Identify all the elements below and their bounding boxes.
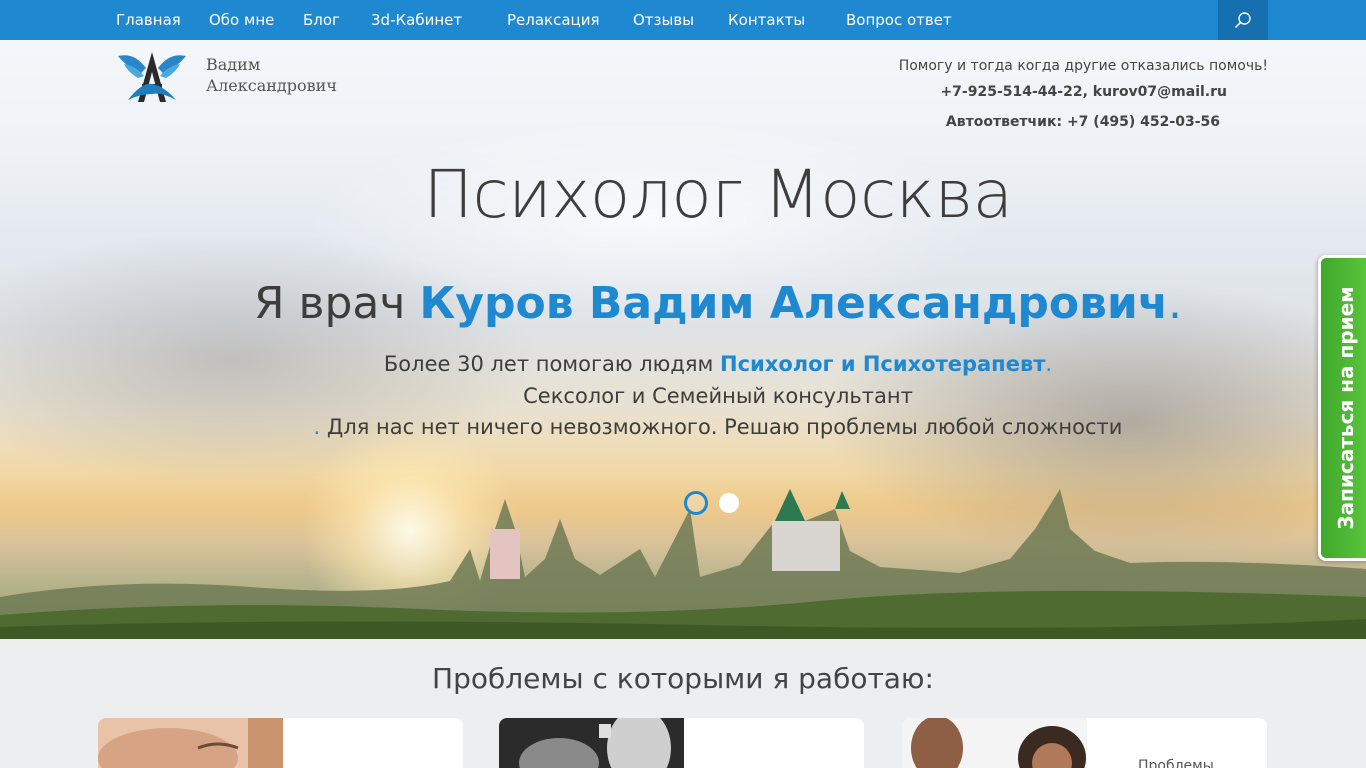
- nav-reviews[interactable]: Отзывы: [633, 0, 694, 40]
- hero-title: Психолог Москва: [423, 156, 1013, 233]
- desc1-prefix: Более 30 лет помогаю людям: [383, 352, 721, 376]
- problem-card[interactable]: [499, 718, 864, 768]
- nav-contacts[interactable]: Контакты: [728, 0, 805, 40]
- logo-icon[interactable]: [116, 48, 188, 106]
- hero-subtitle-suffix: .: [1168, 278, 1183, 329]
- brand-first-name: Вадим: [206, 55, 261, 74]
- contact-phone-email[interactable]: +7-925-514-44-22, kurov07@mail.ru: [940, 84, 1227, 100]
- hero-subtitle-prefix: Я врач: [253, 278, 420, 329]
- contact-tagline: Помогу и тогда когда другие отказались п…: [898, 58, 1268, 74]
- problem-card-image: [902, 718, 1087, 768]
- slider-dot-1[interactable]: [684, 491, 708, 515]
- problem-card[interactable]: [98, 718, 463, 768]
- desc3-text: Для нас нет ничего невозможного. Решаю п…: [320, 415, 1123, 439]
- problems-title: Проблемы с которыми я работаю:: [432, 662, 934, 695]
- hero-description-line-2: Сексолог и Семейный консультант: [523, 384, 913, 408]
- nav-blog[interactable]: Блог: [303, 0, 340, 40]
- kremlin-skyline-image: [0, 489, 1366, 639]
- nav-relaxation[interactable]: Релаксация: [507, 0, 600, 40]
- nav-3d-cabinet[interactable]: 3d-Кабинет: [371, 0, 462, 40]
- desc1-strong: Психолог и Психотерапевт: [720, 352, 1046, 376]
- brand-last-name: Александрович: [206, 76, 337, 95]
- nav-about[interactable]: Обо мне: [209, 0, 274, 40]
- brand-name[interactable]: Вадим Александрович: [206, 54, 337, 96]
- hero-subtitle: Я врач Куров Вадим Александрович.: [0, 278, 1366, 329]
- problem-card-image: [98, 718, 283, 768]
- hero-description-line-1: Более 30 лет помогаю людям Психолог и Пс…: [0, 352, 1366, 376]
- desc1-suffix: .: [1045, 352, 1053, 376]
- nav-faq[interactable]: Вопрос ответ: [846, 0, 952, 40]
- hero-description-line-3: . Для нас нет ничего невозможного. Решаю…: [0, 415, 1366, 439]
- slider-dot-2[interactable]: [719, 493, 739, 513]
- search-button[interactable]: [1218, 0, 1268, 40]
- problem-card-text: Проблемы: [1138, 758, 1214, 768]
- problem-card-image: [499, 718, 684, 768]
- nav-home[interactable]: Главная: [116, 0, 181, 40]
- search-icon: [1235, 12, 1251, 28]
- doctor-name: Куров Вадим Александрович: [419, 278, 1169, 329]
- problem-card[interactable]: Проблемы: [902, 718, 1267, 768]
- appointment-button[interactable]: Записаться на прием: [1318, 255, 1366, 561]
- appointment-label: Записаться на прием: [1333, 286, 1358, 530]
- contact-answering-machine[interactable]: Автоответчик: +7 (495) 452-03-56: [946, 114, 1220, 130]
- top-navigation: Главная Обо мне Блог 3d-Кабинет Релаксац…: [0, 0, 1366, 40]
